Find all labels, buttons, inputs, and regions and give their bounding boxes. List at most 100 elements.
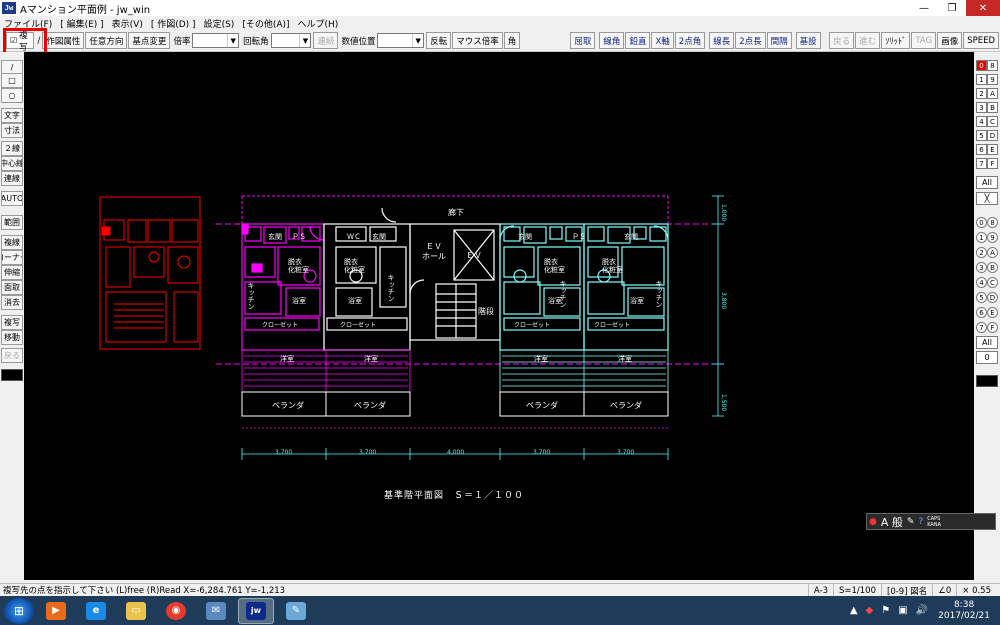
ime-toolbar[interactable]: ● A 般 ✎ ? CAPS KANA	[866, 513, 996, 530]
group-button-b[interactable]: B	[987, 262, 998, 273]
layer-button-9[interactable]: 9	[987, 74, 998, 85]
connect-line-tool-button[interactable]: 連線	[1, 171, 23, 186]
tool-2pt-length-button[interactable]: 2点長	[735, 32, 766, 49]
tray-flag-icon[interactable]: ⚑	[881, 605, 890, 616]
group-button-2[interactable]: 2	[976, 247, 987, 258]
group-all-button[interactable]: All	[976, 336, 998, 349]
rect-tool-button[interactable]: □	[1, 73, 23, 88]
flip-button[interactable]: 反転	[426, 32, 452, 49]
solid-button[interactable]: ｿﾘｯﾄﾞ	[881, 32, 911, 49]
menu-other[interactable]: [その他(A)]	[238, 17, 293, 30]
offset-tool-button[interactable]: 複線	[1, 235, 23, 250]
taskbar-explorer-icon[interactable]: ▭	[118, 598, 154, 624]
dimension-tool-button[interactable]: 寸法	[1, 123, 23, 138]
layer-button-7[interactable]: 7	[976, 158, 987, 169]
layer-cross-icon[interactable]: ╳	[976, 192, 998, 205]
minimize-icon[interactable]: —	[910, 0, 938, 16]
copy-tool-button[interactable]: 複写	[1, 315, 23, 330]
tool-interval-button[interactable]: 間隔	[766, 32, 792, 49]
layer-button-4[interactable]: 4	[976, 116, 987, 127]
tool-kussho-button[interactable]: 屈取	[570, 32, 596, 49]
numeric-position-select[interactable]: ▼	[377, 33, 425, 48]
layer-button-c[interactable]: C	[987, 116, 998, 127]
scale-select[interactable]: ▼	[192, 33, 240, 48]
draw-attribute-button[interactable]: 作図属性	[42, 32, 85, 49]
angle-button[interactable]: 角	[503, 32, 521, 49]
taskbar-chrome-icon[interactable]: ◉	[158, 598, 194, 624]
menu-draw[interactable]: [ 作図(D) ]	[147, 17, 200, 30]
chamfer-tool-button[interactable]: 面取	[1, 280, 23, 295]
menu-view[interactable]: 表示(V)	[108, 17, 147, 30]
group-button-5[interactable]: 5	[976, 292, 987, 303]
taskbar-paint-icon[interactable]: ✎	[278, 598, 314, 624]
tool-vertical-button[interactable]: 鉛直	[625, 32, 651, 49]
drawing-canvas[interactable]: 廊下 ＥＶ ホール ＥＶ 階段 玄関 ＰＳ ＷＣ 玄関 脱衣 化粧室 脱衣 化粧…	[24, 52, 974, 580]
right-color-swatch[interactable]	[976, 375, 998, 387]
ime-mode[interactable]: A 般	[881, 514, 903, 530]
back-button[interactable]: 戻る	[829, 32, 855, 49]
tool-base-set-button[interactable]: 基設	[795, 32, 821, 49]
mouse-scale-button[interactable]: マウス倍率	[452, 32, 503, 49]
tool-line-angle-button[interactable]: 線角	[599, 32, 625, 49]
layer-button-d[interactable]: D	[987, 130, 998, 141]
group-button-1[interactable]: 1	[976, 232, 987, 243]
double-line-tool-button[interactable]: ２線	[1, 141, 23, 156]
tray-clock[interactable]: 8:38 2017/02/21	[938, 600, 990, 622]
maximize-icon[interactable]: ❐	[938, 0, 966, 16]
group-button-4[interactable]: 4	[976, 277, 987, 288]
move-tool-button[interactable]: 移動	[1, 330, 23, 345]
layer-button-0[interactable]: 0	[976, 60, 987, 71]
ime-help-icon[interactable]: ?	[918, 517, 923, 527]
speed-button[interactable]: SPEED	[963, 32, 1000, 49]
layer-button-f[interactable]: F	[987, 158, 998, 169]
line-color-swatch[interactable]	[1, 369, 23, 381]
taskbar-media-icon[interactable]: ▶	[38, 598, 74, 624]
continuous-button[interactable]: 連続	[313, 32, 339, 49]
group-zero-button[interactable]: 0	[976, 351, 998, 364]
ime-pin-icon[interactable]: ●	[869, 517, 877, 527]
tool-2pt-angle-button[interactable]: 2点角	[674, 32, 706, 49]
group-button-a[interactable]: A	[987, 247, 998, 258]
ime-tools-icon[interactable]: ✎	[907, 517, 915, 527]
tray-volume-icon[interactable]: 🔊	[916, 605, 928, 616]
group-button-c[interactable]: C	[987, 277, 998, 288]
circle-tool-button[interactable]: ○	[1, 88, 23, 103]
menu-edit[interactable]: [ 編集(E) ]	[56, 17, 107, 30]
start-button-icon[interactable]: ⊞	[4, 597, 34, 624]
image-button[interactable]: 画像	[937, 32, 963, 49]
layer-all-button[interactable]: All	[976, 176, 998, 189]
layer-button-6[interactable]: 6	[976, 144, 987, 155]
layer-button-a[interactable]: A	[987, 88, 998, 99]
layer-button-e[interactable]: E	[987, 144, 998, 155]
group-button-e[interactable]: E	[987, 307, 998, 318]
tray-network-icon[interactable]: ▣	[898, 605, 907, 616]
group-button-f[interactable]: F	[987, 322, 998, 333]
rotate-angle-select[interactable]: ▼	[270, 33, 312, 48]
tray-up-arrow-icon[interactable]: ▲	[850, 605, 858, 616]
tray-acrobat-icon[interactable]: ◆	[866, 605, 874, 616]
group-button-8[interactable]: 8	[987, 217, 998, 228]
undo-tool-button[interactable]: 戻る	[1, 348, 23, 363]
layer-button-5[interactable]: 5	[976, 130, 987, 141]
change-base-point-button[interactable]: 基点変更	[128, 32, 171, 49]
group-button-3[interactable]: 3	[976, 262, 987, 273]
layer-button-3[interactable]: 3	[976, 102, 987, 113]
stretch-tool-button[interactable]: 伸縮	[1, 265, 23, 280]
taskbar-ie-icon[interactable]: e	[78, 598, 114, 624]
layer-button-8[interactable]: 8	[987, 60, 998, 71]
tool-x-axis-button[interactable]: X軸	[651, 32, 674, 49]
group-button-9[interactable]: 9	[987, 232, 998, 243]
range-tool-button[interactable]: 範囲	[1, 215, 23, 230]
forward-button[interactable]: 進む	[855, 32, 881, 49]
corner-tool-button[interactable]: コーナー	[1, 250, 23, 265]
center-line-tool-button[interactable]: 中心線	[1, 156, 23, 171]
layer-button-2[interactable]: 2	[976, 88, 987, 99]
group-button-d[interactable]: D	[987, 292, 998, 303]
close-icon[interactable]: ✕	[966, 0, 1000, 16]
layer-button-b[interactable]: B	[987, 102, 998, 113]
menu-help[interactable]: ヘルプ(H)	[294, 17, 343, 30]
menu-settings[interactable]: 設定(S)	[200, 17, 239, 30]
group-button-6[interactable]: 6	[976, 307, 987, 318]
taskbar-jw-icon[interactable]: jw	[238, 597, 274, 624]
layer-button-1[interactable]: 1	[976, 74, 987, 85]
